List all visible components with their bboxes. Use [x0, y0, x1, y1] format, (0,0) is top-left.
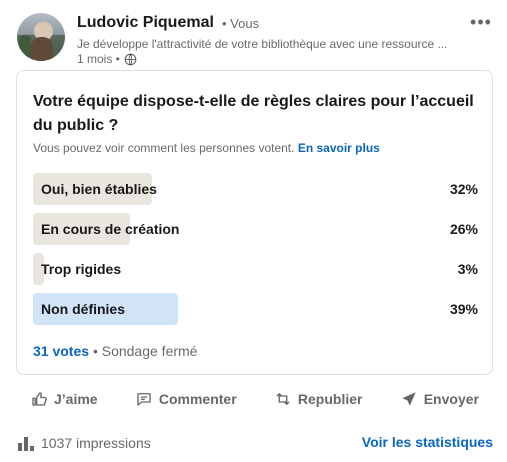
impressions-count: 1037 impressions	[41, 435, 151, 451]
poll-votes-link[interactable]: 31 votes	[33, 343, 89, 359]
view-stats-link[interactable]: Voir les statistiques	[362, 434, 493, 450]
poll-option-percent: 3%	[457, 261, 478, 277]
poll-option-3[interactable]: Non définies 39%	[33, 293, 478, 325]
poll-option-percent: 39%	[449, 301, 478, 317]
avatar-plant	[19, 35, 31, 59]
post-stats: 1037 impressions Voir les statistiques	[17, 430, 493, 454]
bar-chart-icon	[18, 437, 34, 451]
poll-question: Votre équipe dispose-t-elle de règles cl…	[33, 93, 474, 134]
comment-label: Commenter	[158, 391, 237, 407]
poll-option-label: Oui, bien établies	[41, 181, 157, 197]
repost-label: Republier	[297, 391, 363, 407]
learn-more-link[interactable]: En savoir plus	[298, 141, 380, 155]
post-timestamp: 1 mois •	[77, 52, 137, 66]
poll-visibility-note: Vous pouvez voir comment les personnes v…	[33, 141, 380, 155]
poll-option-label: Trop rigides	[41, 261, 122, 277]
avatar-figure	[31, 37, 53, 61]
poll-visibility-text: Vous pouvez voir comment les personnes v…	[33, 141, 295, 155]
timestamp-text: 1 mois •	[77, 52, 120, 66]
like-label: J’aime	[54, 391, 98, 407]
send-icon	[401, 392, 416, 406]
avatar[interactable]	[17, 13, 65, 61]
repost-button[interactable]: Republier	[260, 383, 377, 415]
poll-option-1[interactable]: En cours de création 26%	[33, 213, 478, 245]
thumbs-up-icon	[32, 392, 47, 406]
repost-icon	[276, 393, 290, 405]
more-options-button[interactable]: •••	[465, 10, 497, 34]
comment-button[interactable]: Commenter	[121, 383, 251, 415]
send-button[interactable]: Envoyer	[386, 383, 493, 415]
poll-option-percent: 26%	[449, 221, 478, 237]
like-button[interactable]: J’aime	[16, 383, 112, 415]
poll-option-0[interactable]: Oui, bien établies 32%	[33, 173, 478, 205]
send-label: Envoyer	[423, 391, 479, 407]
poll-status: • Sondage fermé	[92, 343, 198, 359]
poll-footer: 31 votes • Sondage fermé	[33, 343, 197, 359]
poll-option-label: En cours de création	[41, 221, 180, 237]
post-header: Ludovic Piquemal • Vous Je développe l'a…	[17, 10, 497, 66]
impressions: 1037 impressions	[17, 434, 151, 452]
poll-option-percent: 32%	[449, 181, 478, 197]
author-name[interactable]: Ludovic Piquemal	[77, 14, 214, 32]
poll-option-label: Non définies	[41, 301, 126, 317]
post-actions: J’aime Commenter Republier Envoyer	[16, 383, 493, 415]
poll-option-2[interactable]: Trop rigides 3%	[33, 253, 478, 285]
poll-card: Votre équipe dispose-t-elle de règles cl…	[16, 70, 493, 375]
globe-icon	[124, 53, 137, 65]
you-tag: • Vous	[222, 16, 260, 31]
comment-icon	[137, 393, 151, 406]
author-headline: Je développe l'attractivité de votre bib…	[77, 37, 448, 51]
